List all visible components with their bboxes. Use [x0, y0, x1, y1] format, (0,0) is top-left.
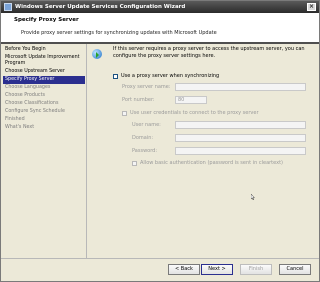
- port-input[interactable]: 80: [175, 96, 207, 104]
- step-languages: Choose Languages: [5, 85, 51, 90]
- wizard-steps-sidebar: Before You Begin Microsoft Update Improv…: [3, 46, 85, 132]
- step-improvement-program[interactable]: Microsoft Update Improvement Program: [3, 54, 85, 68]
- sidebar-divider: [86, 44, 87, 258]
- step-sync-schedule: Configure Sync Schedule: [5, 109, 65, 114]
- step-whats-next: What's Next: [5, 125, 35, 130]
- proxy-name-input[interactable]: [175, 83, 306, 91]
- footer-divider: [1, 258, 319, 259]
- arrow-icon: [96, 52, 99, 58]
- use-proxy-label: Use a proxy server when synchronizing: [121, 73, 220, 79]
- window-title: Windows Server Update Services Configura…: [15, 4, 186, 10]
- header-divider: [1, 42, 319, 44]
- basic-auth-label: Allow basic authentication (password is …: [140, 160, 284, 166]
- step-before-you-begin[interactable]: Before You Begin: [3, 46, 85, 54]
- user-name-input[interactable]: [175, 121, 306, 129]
- back-button[interactable]: < Back: [168, 264, 200, 275]
- intro-text: If this server requires a proxy server t…: [113, 46, 305, 59]
- title-bar: Windows Server Update Services Configura…: [1, 1, 319, 13]
- close-button[interactable]: ×: [307, 3, 316, 11]
- user-name-label: User name:: [132, 122, 161, 128]
- mouse-cursor-icon: [251, 194, 255, 200]
- domain-input[interactable]: [175, 134, 306, 142]
- password-input[interactable]: [175, 147, 306, 155]
- page-title: Specify Proxy Server: [14, 17, 79, 23]
- wizard-window: Windows Server Update Services Configura…: [0, 0, 320, 282]
- basic-auth-checkbox[interactable]: [132, 161, 137, 166]
- next-button[interactable]: Next >: [201, 264, 233, 275]
- finish-button[interactable]: Finish: [240, 264, 272, 275]
- step-proxy-server[interactable]: Specify Proxy Server: [3, 76, 85, 84]
- page-subtitle: Provide proxy server settings for synchr…: [21, 30, 217, 36]
- port-label: Port number:: [122, 97, 155, 103]
- cancel-button[interactable]: Cancel: [279, 264, 311, 275]
- use-proxy-checkbox[interactable]: [113, 74, 118, 79]
- domain-label: Domain:: [132, 135, 154, 141]
- app-icon: [4, 3, 12, 11]
- step-finished: Finished: [5, 117, 25, 122]
- wizard-header: Specify Proxy Server Provide proxy serve…: [1, 13, 319, 43]
- use-credentials-checkbox[interactable]: [122, 111, 127, 116]
- password-label: Password:: [132, 148, 158, 154]
- use-credentials-label: Use user credentials to connect to the p…: [130, 110, 259, 116]
- proxy-name-label: Proxy server name:: [122, 84, 171, 90]
- step-upstream-server[interactable]: Choose Upstream Server: [3, 68, 85, 76]
- step-products: Choose Products: [5, 93, 45, 98]
- step-classifications: Choose Classifications: [5, 101, 59, 106]
